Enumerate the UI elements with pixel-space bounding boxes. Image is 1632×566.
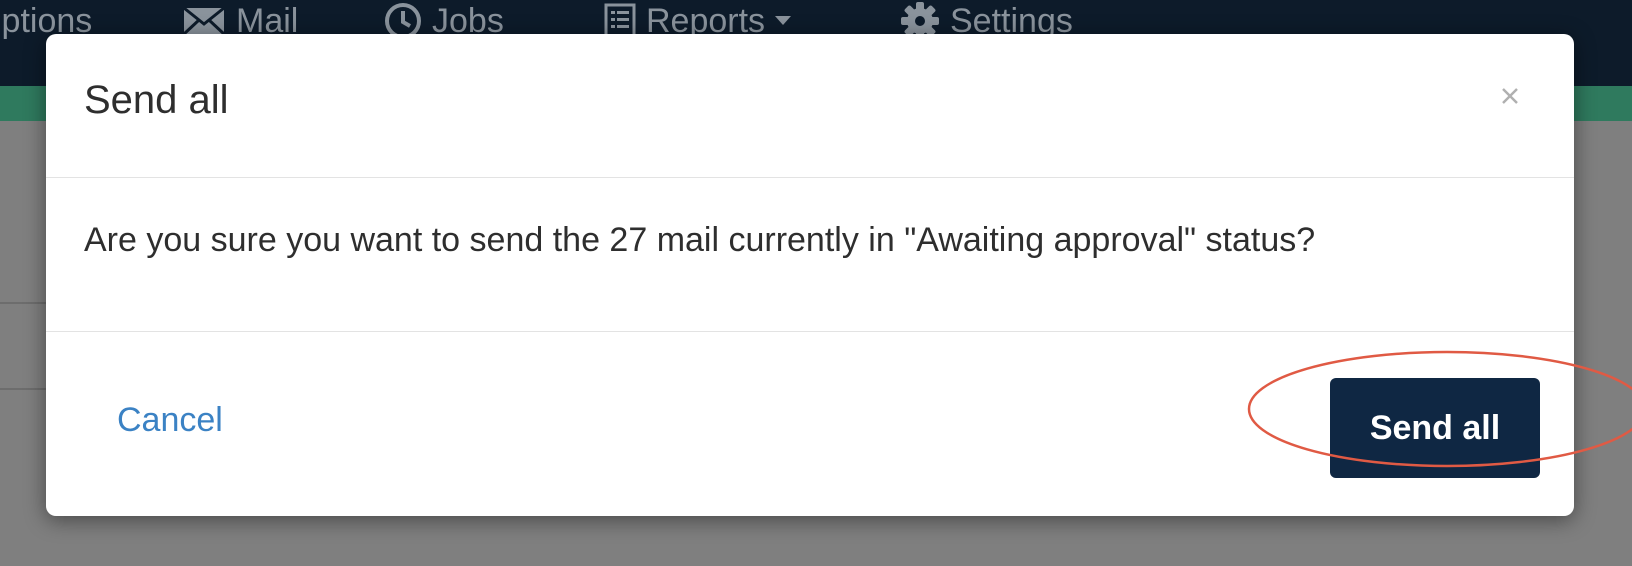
close-icon <box>1502 88 1518 104</box>
caret-down-icon <box>775 16 792 26</box>
modal-header: Send all <box>46 34 1574 178</box>
mail-icon <box>182 5 226 37</box>
cancel-link[interactable]: Cancel <box>117 401 223 440</box>
send-all-modal: Send all Are you sure you want to send t… <box>46 34 1574 516</box>
modal-title: Send all <box>84 78 229 122</box>
modal-body: Are you sure you want to send the 27 mai… <box>46 179 1574 332</box>
confirmation-message: Are you sure you want to send the 27 mai… <box>84 221 1316 259</box>
send-all-button[interactable]: Send all <box>1330 378 1540 478</box>
close-button[interactable] <box>1490 76 1530 116</box>
